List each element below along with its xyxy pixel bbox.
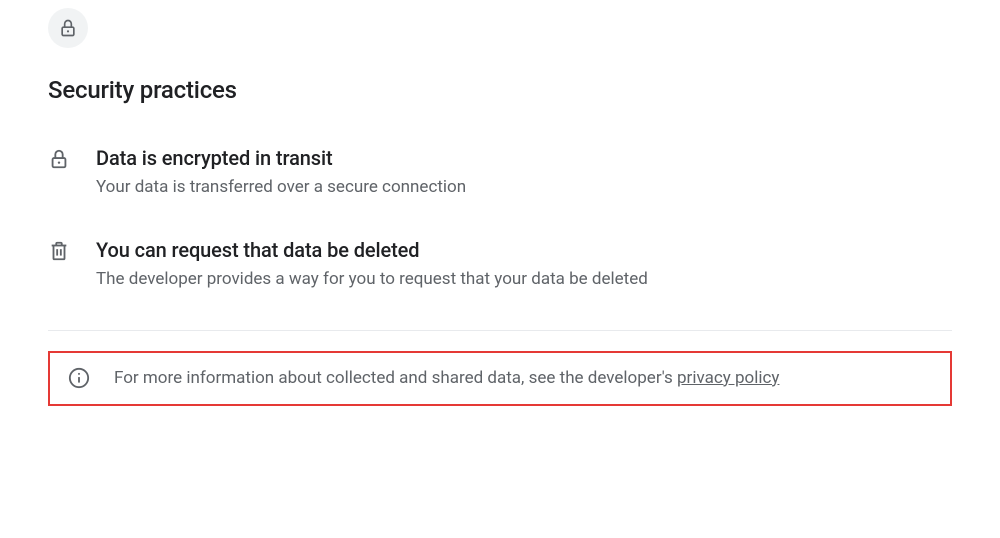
divider	[48, 330, 952, 331]
lock-icon	[58, 18, 78, 38]
practice-title: You can request that data be deleted	[96, 238, 952, 262]
info-box: For more information about collected and…	[48, 351, 952, 407]
privacy-policy-link[interactable]: privacy policy	[677, 368, 779, 388]
practice-description: The developer provides a way for you to …	[96, 268, 952, 292]
info-text-prefix: For more information about collected and…	[114, 368, 677, 388]
lock-icon	[48, 148, 72, 172]
security-practices-section: Security practices Data is encrypted in …	[0, 0, 1000, 406]
practice-content: Data is encrypted in transit Your data i…	[96, 146, 952, 200]
practice-item-deletion: You can request that data be deleted The…	[48, 238, 952, 292]
trash-icon	[48, 240, 72, 264]
info-text: For more information about collected and…	[114, 367, 779, 391]
section-title: Security practices	[48, 76, 952, 104]
info-icon	[68, 367, 90, 389]
practice-content: You can request that data be deleted The…	[96, 238, 952, 292]
practice-item-encryption: Data is encrypted in transit Your data i…	[48, 146, 952, 200]
practice-description: Your data is transferred over a secure c…	[96, 176, 952, 200]
header-icon-circle	[48, 8, 88, 48]
practice-title: Data is encrypted in transit	[96, 146, 952, 170]
